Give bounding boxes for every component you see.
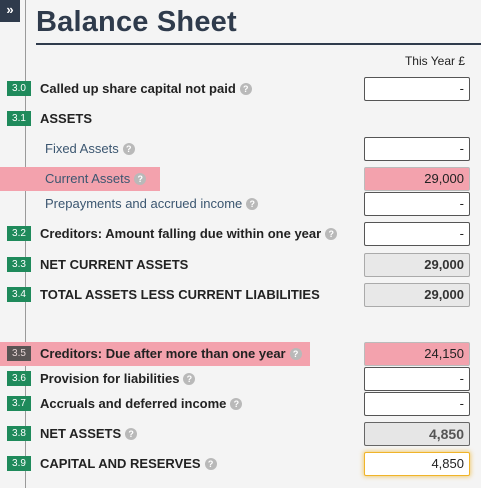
prepayments-input[interactable]: - [364,192,470,216]
column-header-this-year: This Year £ [404,54,465,68]
section-badge: 3.2 [7,226,31,241]
row-called-up-share-capital: 3.0 Called up share capital not paid? - [0,77,481,101]
row-label: Accruals and deferred income? [40,396,243,411]
section-badge: 3.8 [7,426,31,441]
row-net-assets: 3.8 NET ASSETS? 4,850 [0,422,481,446]
section-badge: 3.1 [7,111,31,126]
net-current-assets-value: 29,000 [364,253,470,277]
accruals-deferred-income-input[interactable]: - [364,392,470,416]
row-label: Creditors: Amount falling due within one… [40,226,338,241]
row-label: Called up share capital not paid? [40,81,252,96]
section-badge: 3.5 [7,346,31,361]
section-badge: 3.3 [7,257,31,272]
current-assets-input[interactable]: 29,000 [364,167,470,191]
section-badge: 3.9 [7,456,31,471]
called-up-share-capital-input[interactable]: - [364,77,470,101]
help-icon[interactable]: ? [289,348,302,360]
row-current-assets: Current Assets? 29,000 [0,167,481,191]
row-label: NET ASSETS? [40,426,138,441]
provision-for-liabilities-input[interactable]: - [364,367,470,391]
help-icon[interactable]: ? [239,83,252,95]
creditors-within-one-year-input[interactable]: - [364,222,470,246]
total-assets-less-liabilities-value: 29,000 [364,283,470,307]
net-assets-value: 4,850 [364,422,470,446]
row-label: Creditors: Due after more than one year? [40,346,302,361]
help-icon[interactable]: ? [125,428,138,440]
row-net-current-assets: 3.3 NET CURRENT ASSETS 29,000 [0,253,481,277]
row-label: TOTAL ASSETS LESS CURRENT LIABILITIES [40,287,320,302]
row-assets: 3.1 ASSETS [0,107,481,131]
help-icon[interactable]: ? [183,373,196,385]
page-title: Balance Sheet [36,6,237,38]
fixed-assets-input[interactable]: - [364,137,470,161]
capital-and-reserves-input[interactable]: 4,850 [364,452,470,476]
row-label: Current Assets? [45,171,147,186]
row-accruals-deferred-income: 3.7 Accruals and deferred income? - [0,392,481,416]
section-badge: 3.0 [7,81,31,96]
row-creditors-within-one-year: 3.2 Creditors: Amount falling due within… [0,222,481,246]
help-icon[interactable]: ? [122,143,135,155]
row-label: CAPITAL AND RESERVES? [40,456,217,471]
title-underline [36,43,481,45]
section-badge: 3.4 [7,287,31,302]
row-capital-and-reserves: 3.9 CAPITAL AND RESERVES? 4,850 [0,452,481,476]
row-label: ASSETS [40,111,93,126]
help-icon[interactable]: ? [134,173,147,185]
help-icon[interactable]: ? [230,398,243,410]
row-fixed-assets: Fixed Assets? - [0,137,481,161]
row-label: Prepayments and accrued income? [45,196,259,211]
help-icon[interactable]: ? [325,228,338,240]
section-badge: 3.6 [7,371,31,386]
help-icon[interactable]: ? [246,198,259,210]
help-icon[interactable]: ? [204,458,217,470]
row-creditors-after-one-year: 3.5 Creditors: Due after more than one y… [0,342,481,366]
row-provision-for-liabilities: 3.6 Provision for liabilities? - [0,367,481,391]
row-label: Provision for liabilities? [40,371,196,386]
row-label: NET CURRENT ASSETS [40,257,189,272]
row-label: Fixed Assets? [45,141,135,156]
section-badge: 3.7 [7,396,31,411]
sidebar-expand-button[interactable]: » [0,0,20,22]
row-total-assets-less-liabilities: 3.4 TOTAL ASSETS LESS CURRENT LIABILITIE… [0,283,481,307]
creditors-after-one-year-input[interactable]: 24,150 [364,342,470,366]
row-prepayments: Prepayments and accrued income? - [0,192,481,216]
